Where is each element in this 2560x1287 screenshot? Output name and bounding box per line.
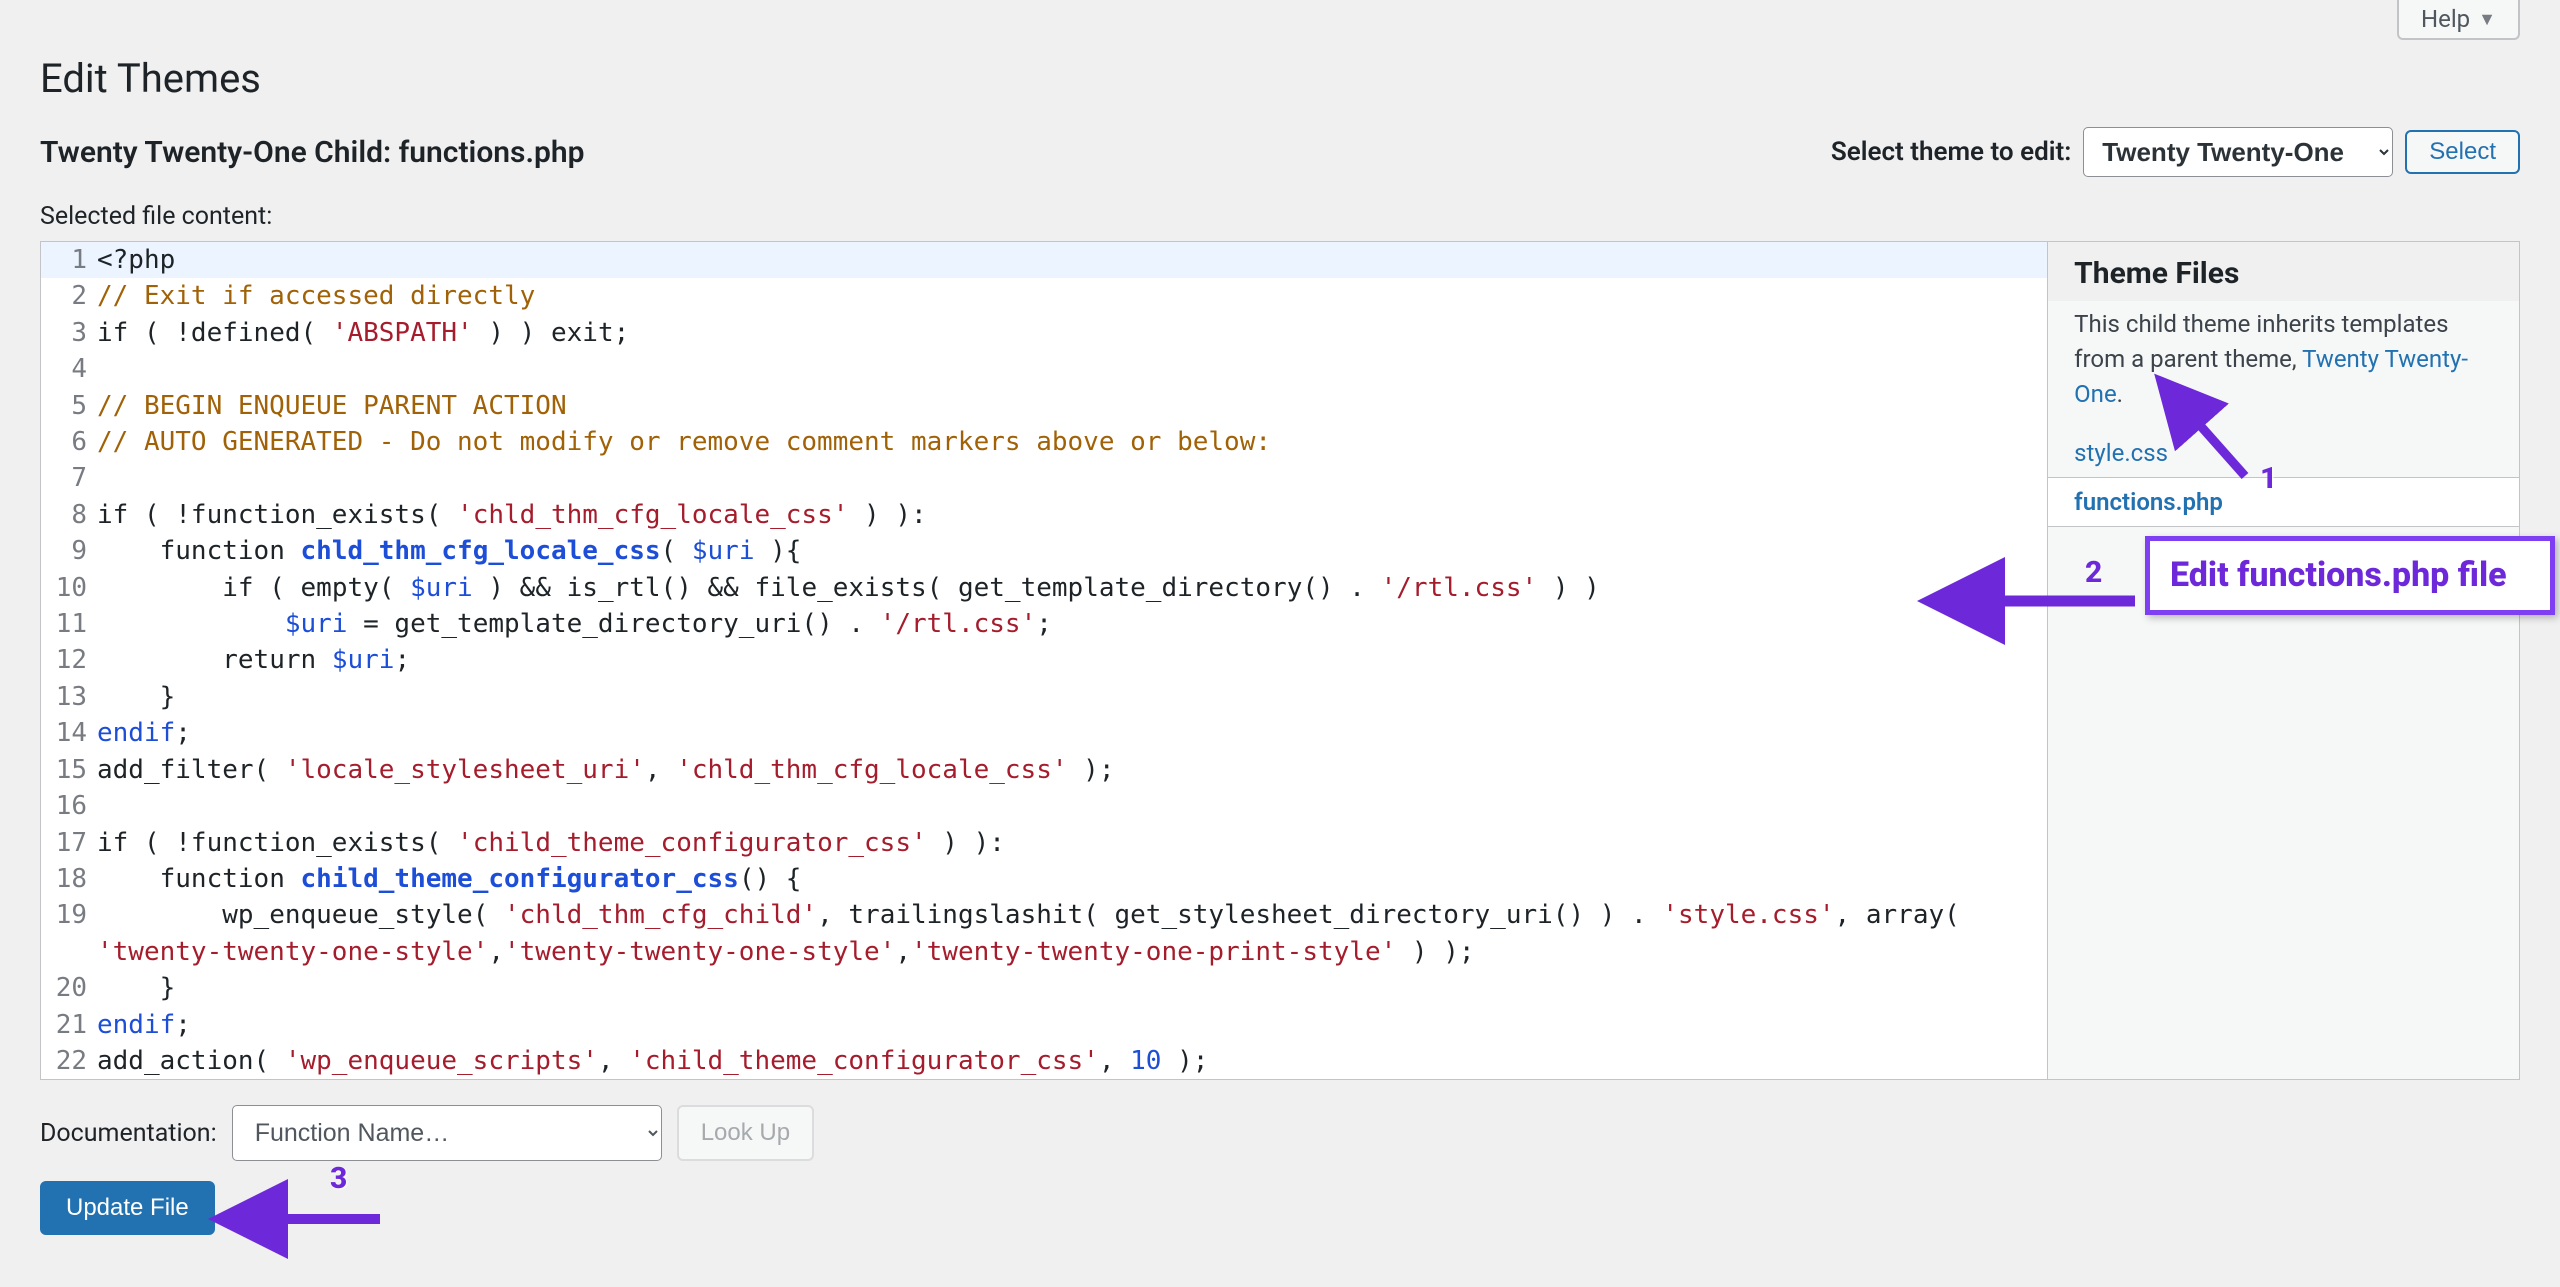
- code-line[interactable]: 22add_action( 'wp_enqueue_scripts', 'chi…: [41, 1043, 2047, 1079]
- code-editor[interactable]: 1<?php2// Exit if accessed directly3if (…: [41, 242, 2048, 1079]
- theme-files-heading: Theme Files: [2048, 242, 2519, 301]
- code-line[interactable]: 10 if ( empty( $uri ) && is_rtl() && fil…: [41, 570, 2047, 606]
- select-theme-label: Select theme to edit:: [1831, 137, 2071, 167]
- code-line[interactable]: 2// Exit if accessed directly: [41, 278, 2047, 314]
- chevron-down-icon: ▼: [2478, 9, 2496, 30]
- code-line[interactable]: 18 function child_theme_configurator_css…: [41, 861, 2047, 897]
- code-line[interactable]: 7: [41, 460, 2047, 496]
- code-line[interactable]: 20 }: [41, 970, 2047, 1006]
- parent-theme-note: This child theme inherits templates from…: [2048, 301, 2519, 429]
- code-line[interactable]: 1<?php: [41, 242, 2047, 278]
- code-line[interactable]: 5// BEGIN ENQUEUE PARENT ACTION: [41, 388, 2047, 424]
- theme-select[interactable]: Twenty Twenty-One: [2083, 127, 2393, 177]
- select-button[interactable]: Select: [2405, 130, 2520, 174]
- code-line[interactable]: 19 wp_enqueue_style( 'chld_thm_cfg_child…: [41, 897, 2047, 970]
- code-line[interactable]: 8if ( !function_exists( 'chld_thm_cfg_lo…: [41, 497, 2047, 533]
- annotation-3: 3: [330, 1161, 347, 1196]
- code-line[interactable]: 21endif;: [41, 1007, 2047, 1043]
- lookup-button[interactable]: Look Up: [677, 1105, 814, 1161]
- file-heading: Twenty Twenty-One Child: functions.php: [40, 135, 585, 170]
- code-line[interactable]: 13 }: [41, 679, 2047, 715]
- code-line[interactable]: 15add_filter( 'locale_stylesheet_uri', '…: [41, 752, 2047, 788]
- theme-file-functions-php[interactable]: functions.php: [2047, 477, 2519, 527]
- documentation-label: Documentation:: [40, 1119, 217, 1148]
- theme-files-panel: Theme Files This child theme inherits te…: [2048, 242, 2519, 1079]
- code-line[interactable]: 12 return $uri;: [41, 642, 2047, 678]
- code-line[interactable]: 16: [41, 788, 2047, 824]
- code-line[interactable]: 6// AUTO GENERATED - Do not modify or re…: [41, 424, 2047, 460]
- update-file-button[interactable]: Update File: [40, 1181, 215, 1235]
- documentation-select[interactable]: Function Name…: [232, 1105, 662, 1161]
- code-line[interactable]: 11 $uri = get_template_directory_uri() .…: [41, 606, 2047, 642]
- theme-file-style-css[interactable]: style.css: [2048, 429, 2519, 477]
- code-line[interactable]: 3if ( !defined( 'ABSPATH' ) ) exit;: [41, 315, 2047, 351]
- help-label: Help: [2421, 5, 2470, 33]
- code-line[interactable]: 4: [41, 351, 2047, 387]
- code-line[interactable]: 17if ( !function_exists( 'child_theme_co…: [41, 825, 2047, 861]
- help-tab[interactable]: Help ▼: [2397, 0, 2520, 40]
- code-line[interactable]: 9 function chld_thm_cfg_locale_css( $uri…: [41, 533, 2047, 569]
- page-title: Edit Themes: [40, 55, 2520, 102]
- code-line[interactable]: 14endif;: [41, 715, 2047, 751]
- selected-file-label: Selected file content:: [40, 202, 2520, 231]
